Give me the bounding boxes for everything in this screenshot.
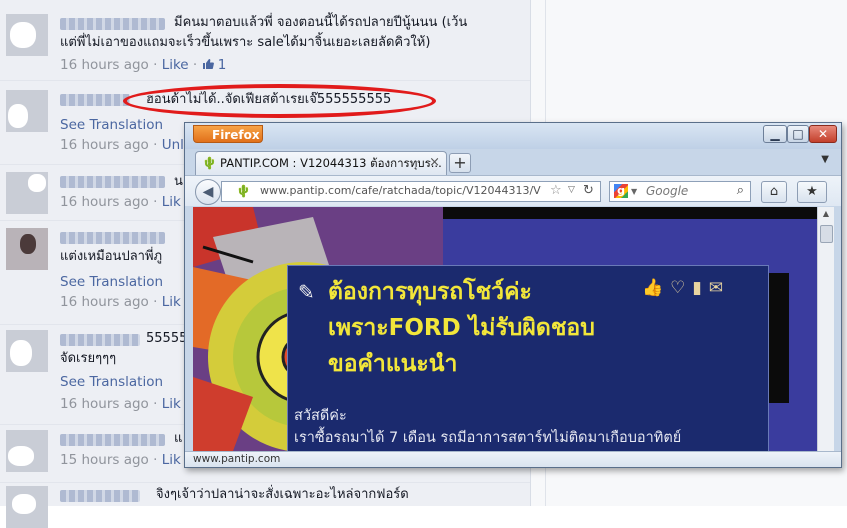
minimize-button[interactable]: ▁ — [763, 125, 787, 143]
search-bar[interactable]: g ▼ Google ⌕ — [609, 181, 751, 202]
status-url: www.pantip.com — [193, 453, 281, 465]
firefox-menu-button[interactable]: Firefox ▼ — [193, 125, 263, 159]
comment-text: แต่พี่ไม่เอาของแถมจะเร็วขึ้นเพราะ saleได… — [60, 35, 431, 50]
post-body: เราซื้อรถมาได้ 7 เดือน รถมีอาการสตาร์ทไม… — [294, 430, 682, 446]
see-translation-link[interactable]: See Translation — [60, 117, 163, 133]
comment-meta: 16 hours ago · Like · 1 — [60, 57, 227, 73]
timestamp[interactable]: 16 hours ago — [60, 294, 149, 310]
back-arrow-icon: ◀ — [202, 184, 214, 200]
avatar — [6, 430, 48, 472]
trash-icon[interactable]: ▮ — [692, 278, 708, 298]
timestamp[interactable]: 16 hours ago — [60, 194, 149, 210]
comment-meta: 16 hours ago · Unl — [60, 137, 184, 153]
comment-text: มีคนมาตอบแล้วพี่ จองตอนนี้ได้รถปลายปีนู้… — [174, 15, 468, 30]
maximize-icon: □ — [792, 127, 804, 141]
comment-meta: 16 hours ago · Lik — [60, 396, 181, 412]
avatar — [6, 486, 48, 528]
tab-strip: 🌵 PANTIP.COM : V12044313 ต้องการทุบร... … — [185, 149, 841, 175]
comment-meta: 15 hours ago · Lik — [60, 452, 181, 468]
vertical-scrollbar[interactable]: ▲ — [817, 207, 834, 451]
avatar — [6, 90, 48, 132]
thumbs-up-icon[interactable]: 👍 — [642, 278, 670, 298]
comment-item: จิงๆเจ้าว่าปลาน่าจะสั่งเฉพาะอะไหล่จากฟอร… — [0, 482, 530, 528]
commenter-name[interactable] — [60, 434, 165, 446]
comment-item: มีคนมาตอบแล้วพี่ จองตอนนี้ได้รถปลายปีนู้… — [0, 0, 530, 81]
home-button[interactable]: ⌂ — [761, 181, 787, 203]
url-text[interactable]: www.pantip.com/cafe/ratchada/topic/V1204… — [260, 184, 542, 197]
url-bar[interactable]: 🌵 www.pantip.com/cafe/ratchada/topic/V12… — [221, 181, 601, 202]
bookmark-menu-icon: ★ — [806, 184, 818, 199]
maximize-button[interactable]: □ — [787, 125, 809, 143]
comment-meta: 16 hours ago · Lik — [60, 194, 181, 210]
message-icon[interactable]: ✉ — [709, 278, 730, 298]
title-bar: Firefox ▼ ▁ □ ✕ — [185, 123, 841, 159]
timestamp[interactable]: 15 hours ago — [60, 452, 149, 468]
like-count[interactable]: 1 — [202, 57, 226, 73]
topic-title[interactable]: ต้องการทุบรถโชว์ค่ะ เพราะFORD ไม่รับผิดช… — [328, 274, 658, 382]
scroll-up-icon[interactable]: ▲ — [818, 209, 834, 219]
avatar — [6, 330, 48, 372]
like-link[interactable]: Like — [162, 57, 189, 73]
comment-text: แต่งเหมือนปลาพี่ภู — [60, 249, 163, 264]
commenter-name[interactable] — [60, 94, 130, 106]
tab-title: PANTIP.COM : V12044313 ต้องการทุบร... — [220, 156, 442, 170]
tab-list-chevron-icon[interactable]: ▼ — [821, 154, 829, 165]
like-link[interactable]: Lik — [162, 194, 181, 210]
timestamp[interactable]: 16 hours ago — [60, 137, 149, 153]
search-placeholder: Google — [646, 184, 689, 198]
scroll-thumb[interactable] — [820, 225, 833, 243]
commenter-name[interactable] — [60, 18, 165, 30]
cactus-favicon-icon: 🌵 — [202, 156, 217, 170]
commenter-name[interactable] — [60, 490, 140, 502]
heart-check-icon[interactable]: ♡ — [670, 278, 692, 298]
commenter-name[interactable] — [60, 176, 165, 188]
page-viewport: ✎ ต้องการทุบรถโชว์ค่ะ เพราะFORD ไม่รับผิ… — [193, 207, 817, 451]
comment-text: แ — [174, 431, 183, 446]
like-link[interactable]: Lik — [162, 396, 181, 412]
back-button[interactable]: ◀ — [195, 179, 221, 205]
bookmark-star-icon[interactable]: ☆ — [550, 183, 562, 198]
close-icon: ✕ — [817, 127, 829, 141]
reload-icon[interactable]: ↻ — [583, 183, 594, 198]
new-tab-button[interactable]: + — [449, 153, 471, 173]
bookmarks-button[interactable]: ★ — [797, 181, 827, 203]
comment-meta: 16 hours ago · Lik — [60, 294, 181, 310]
cactus-favicon-icon: 🌵 — [236, 184, 251, 198]
tab-close-icon[interactable]: × — [429, 152, 440, 174]
minimize-icon: ▁ — [770, 127, 780, 141]
like-link[interactable]: Lik — [162, 452, 181, 468]
red-highlight-ellipse — [123, 84, 436, 118]
status-bar: www.pantip.com — [185, 451, 841, 467]
firefox-window: Firefox ▼ ▁ □ ✕ 🌵 PANTIP.COM : V12044313… — [184, 122, 842, 468]
comment-text: น — [174, 174, 183, 189]
thumbs-up-icon — [202, 59, 214, 69]
topic-panel: ✎ ต้องการทุบรถโชว์ค่ะ เพราะFORD ไม่รับผิ… — [287, 265, 769, 451]
history-dropdown-icon[interactable]: ▽ — [568, 185, 575, 195]
commenter-name[interactable] — [60, 232, 165, 244]
close-window-button[interactable]: ✕ — [809, 125, 837, 143]
topic-actions: 👍♡▮✉ — [642, 278, 730, 298]
avatar — [6, 14, 48, 56]
navigation-bar: ◀ 🌵 www.pantip.com/cafe/ratchada/topic/V… — [185, 175, 841, 206]
see-translation-link[interactable]: See Translation — [60, 374, 163, 390]
google-engine-icon[interactable]: g — [614, 184, 628, 198]
engine-dropdown-icon[interactable]: ▼ — [631, 187, 637, 196]
tab-pantip[interactable]: 🌵 PANTIP.COM : V12044313 ต้องการทุบร... … — [195, 151, 447, 175]
avatar — [6, 172, 48, 214]
commenter-name[interactable] — [60, 334, 140, 346]
comment-text: จัดเรยๆๆๆ — [60, 351, 117, 366]
unlike-link[interactable]: Unl — [162, 137, 184, 153]
search-icon[interactable]: ⌕ — [737, 183, 744, 198]
see-translation-link[interactable]: See Translation — [60, 274, 163, 290]
comment-text: 55555 — [146, 331, 188, 346]
timestamp[interactable]: 16 hours ago — [60, 57, 149, 73]
timestamp[interactable]: 16 hours ago — [60, 396, 149, 412]
avatar — [6, 228, 48, 270]
topic-pin-icon: ✎ — [298, 280, 315, 304]
like-link[interactable]: Lik — [162, 294, 181, 310]
home-icon: ⌂ — [769, 184, 779, 199]
comment-text: จิงๆเจ้าว่าปลาน่าจะสั่งเฉพาะอะไหล่จากฟอร… — [156, 487, 409, 502]
post-greeting: สวัสดีค่ะ — [294, 408, 347, 424]
